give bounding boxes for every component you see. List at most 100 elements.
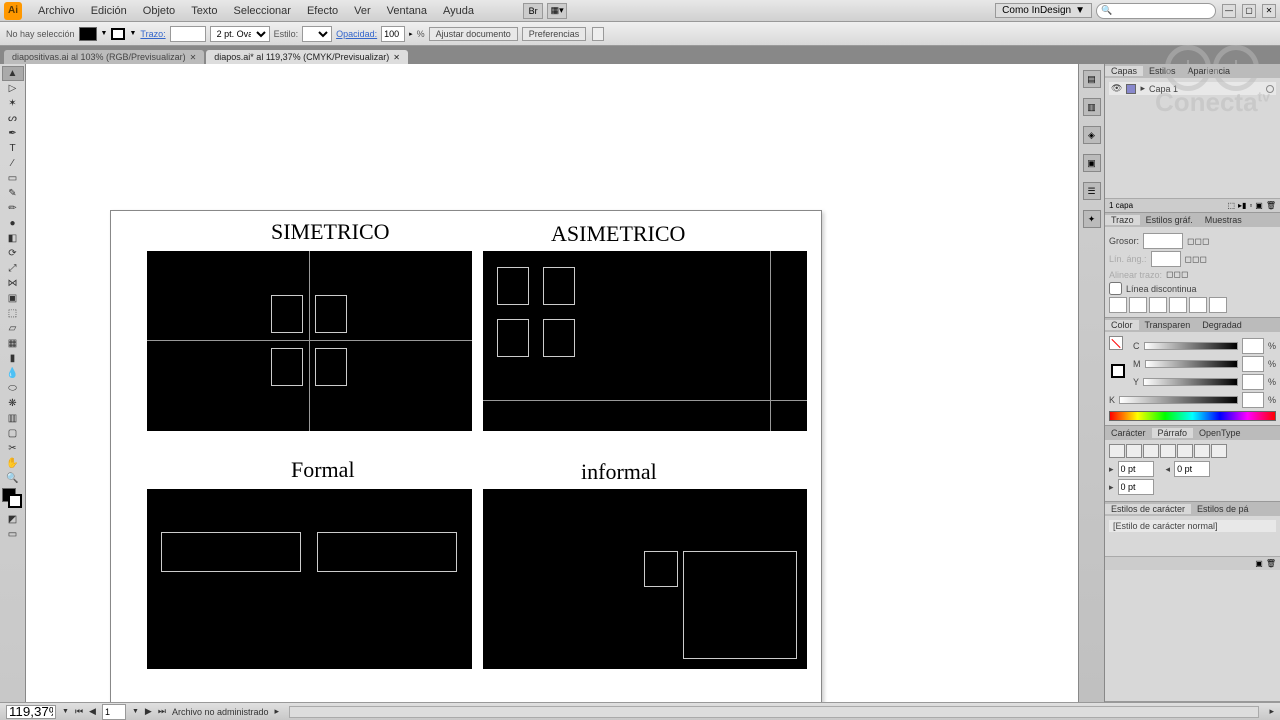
strip-icon-6[interactable]: ✦ [1083,210,1101,228]
trash-icon[interactable]: 🗑 [1266,201,1276,210]
new-layer-icon[interactable]: ▣ [1255,201,1263,210]
scroll-right-icon[interactable]: ▸ [1269,706,1274,717]
join-icons[interactable]: ◻◻◻ [1185,254,1207,265]
fill-color-chip[interactable] [79,27,97,41]
free-transform-tool[interactable]: ▣ [2,291,24,306]
close-button[interactable]: ✕ [1262,4,1276,18]
horizontal-scrollbar[interactable] [289,706,1259,718]
pen-tool[interactable]: ✒ [2,126,24,141]
stroke-weight-field[interactable] [1143,233,1183,249]
m-slider[interactable] [1145,360,1238,368]
menu-efecto[interactable]: Efecto [299,5,346,17]
tab-caracter[interactable]: Carácter [1105,428,1152,438]
collect-icon[interactable]: ▸▮ [1238,201,1246,210]
pencil-tool[interactable]: ✏ [2,201,24,216]
rectangle-tool[interactable]: ▭ [2,171,24,186]
chevron-down-icon[interactable]: ▼ [101,30,108,37]
gradient-tool[interactable]: ▮ [2,351,24,366]
chevron-down-icon[interactable]: ▼ [132,708,139,715]
direct-selection-tool[interactable]: ▷ [2,81,24,96]
cap-icons[interactable]: ◻◻◻ [1187,236,1209,247]
opacity-arrow[interactable]: ▸ [409,30,413,38]
k-slider[interactable] [1119,396,1238,404]
layer-row[interactable]: 👁 ▸ Capa 1 [1109,82,1276,95]
magic-wand-tool[interactable]: ✶ [2,96,24,111]
menu-edicion[interactable]: Edición [83,5,135,17]
c-slider[interactable] [1144,342,1238,350]
target-icon[interactable] [1266,85,1274,93]
tab-transp[interactable]: Transparen [1139,320,1197,330]
new-style-icon[interactable]: ▣ [1255,559,1263,568]
search-input[interactable]: 🔍 [1096,3,1216,19]
justify-center-icon[interactable] [1177,444,1193,458]
trash-icon[interactable]: 🗑 [1266,559,1276,568]
stroke-label[interactable]: Trazo: [140,29,165,39]
type-tool[interactable]: T [2,141,24,156]
chevron-down-icon[interactable]: ▼ [62,708,69,715]
k-input[interactable] [1242,392,1264,408]
dash-field[interactable] [1209,297,1227,313]
tab-capas[interactable]: Capas [1105,66,1143,76]
color-mode-icon[interactable]: ◩ [2,512,24,527]
y-slider[interactable] [1143,378,1238,386]
stroke-profile-select[interactable]: 2 pt. Ovalado [210,26,270,42]
tab-trazo[interactable]: Trazo [1105,215,1140,225]
justify-left-icon[interactable] [1160,444,1176,458]
scale-tool[interactable]: ⤢ [2,261,24,276]
hand-tool[interactable]: ✋ [2,456,24,471]
tab-opentype[interactable]: OpenType [1193,428,1247,438]
slice-tool[interactable]: ✂ [2,441,24,456]
symbol-sprayer-tool[interactable]: ❋ [2,396,24,411]
workspace-dropdown[interactable]: Como InDesign ▼ [995,3,1092,18]
document-setup-button[interactable]: Ajustar documento [429,27,518,41]
strip-icon-4[interactable]: ▣ [1083,154,1101,172]
strip-icon-3[interactable]: ◈ [1083,126,1101,144]
line-tool[interactable]: ∕ [2,156,24,171]
width-tool[interactable]: ⋈ [2,276,24,291]
eyedropper-tool[interactable]: 💧 [2,366,24,381]
shape-builder-tool[interactable]: ⬚ [2,306,24,321]
menu-texto[interactable]: Texto [183,5,225,17]
first-artboard-icon[interactable]: ⏮ [75,706,83,717]
doc-tab-1[interactable]: diapositivas.ai al 103% (RGB/Previsualiz… [4,50,204,64]
maximize-button[interactable]: ▢ [1242,4,1256,18]
paintbrush-tool[interactable]: ✎ [2,186,24,201]
indent-right-input[interactable] [1174,461,1210,477]
menu-objeto[interactable]: Objeto [135,5,183,17]
style-select[interactable] [302,26,332,42]
screen-mode-icon[interactable]: ▭ [2,527,24,542]
c-input[interactable] [1242,338,1264,354]
m-input[interactable] [1242,356,1264,372]
stroke-swatch[interactable] [8,494,22,508]
tab-apariencia[interactable]: Apariencia [1182,66,1237,76]
selection-tool[interactable]: ▲ [2,66,24,81]
strip-icon-5[interactable]: ☰ [1083,182,1101,200]
tab-estilos[interactable]: Estilos [1143,66,1182,76]
strip-icon-1[interactable]: ▤ [1083,70,1101,88]
menu-ventana[interactable]: Ventana [379,5,435,17]
rotate-tool[interactable]: ⟳ [2,246,24,261]
indent-left-input[interactable] [1118,461,1154,477]
locate-layer-icon[interactable]: ⬚ [1227,201,1235,210]
tab-parastyle[interactable]: Estilos de pá [1191,504,1255,514]
chevron-right-icon[interactable]: ▸ [1140,83,1145,94]
bridge-icon[interactable]: Br [523,3,543,19]
tab-degradado[interactable]: Degradad [1196,320,1248,330]
zoom-tool[interactable]: 🔍 [2,471,24,486]
canvas[interactable]: SIMETRICO ASIMETRICO Formal informal [42,80,1078,702]
preferences-button[interactable]: Preferencias [522,27,587,41]
stroke-color-chip[interactable] [111,28,125,40]
align-left-icon[interactable] [1109,444,1125,458]
fill-stroke-swatch[interactable] [2,488,24,510]
justify-all-icon[interactable] [1211,444,1227,458]
dashed-checkbox[interactable] [1109,282,1122,295]
perspective-tool[interactable]: ▱ [2,321,24,336]
stroke-preview[interactable] [1111,364,1125,378]
blob-brush-tool[interactable]: ● [2,216,24,231]
last-artboard-icon[interactable]: ⏭ [158,706,166,717]
menu-ver[interactable]: Ver [346,5,379,17]
dash-field[interactable] [1149,297,1167,313]
dash-field[interactable] [1169,297,1187,313]
stroke-weight-input[interactable] [170,26,206,42]
lasso-tool[interactable]: ᔕ [2,111,24,126]
